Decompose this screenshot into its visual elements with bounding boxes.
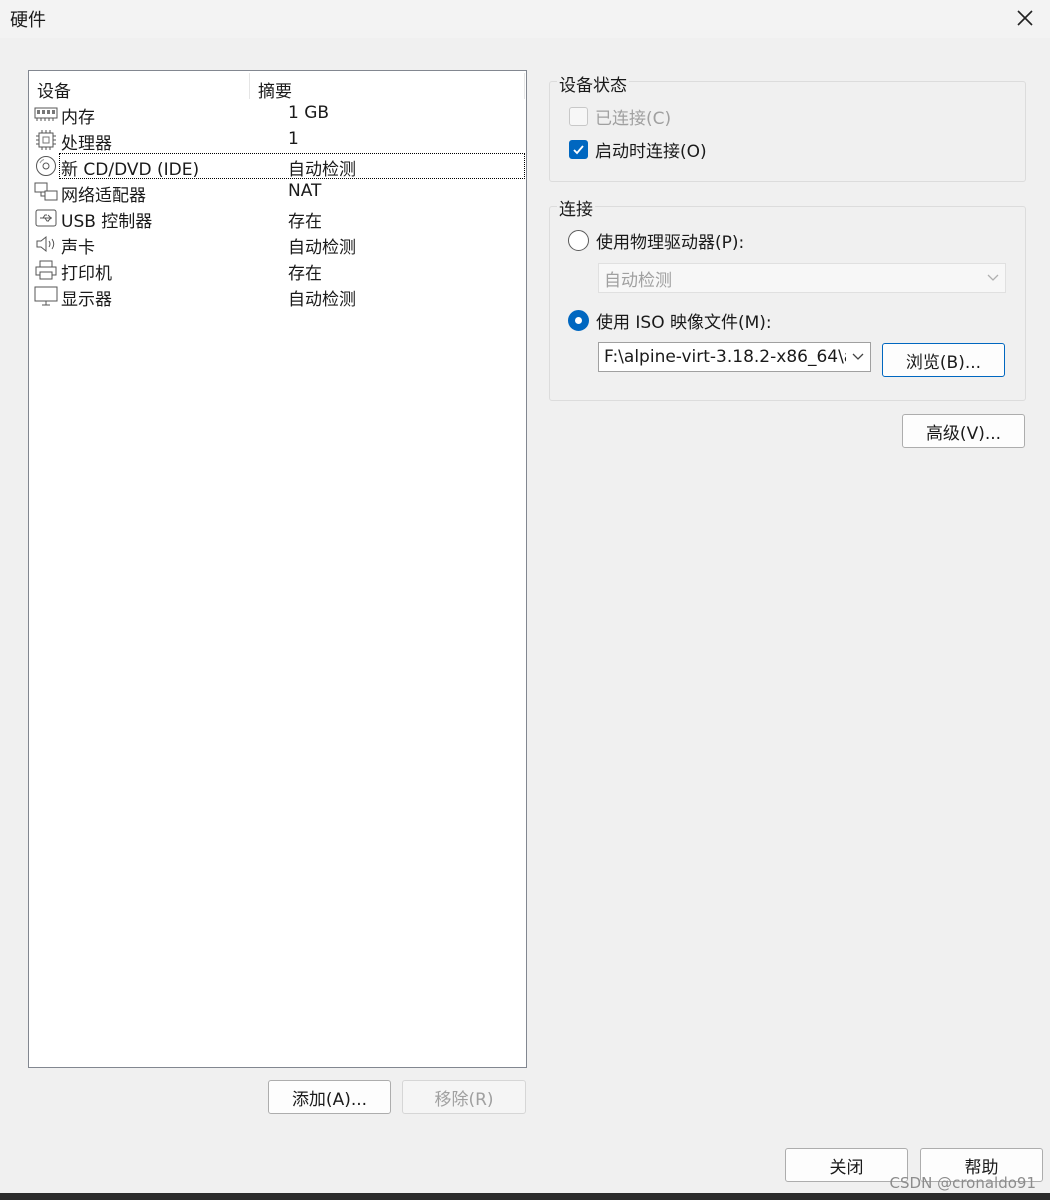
device-list[interactable]: 设备 摘要 内存 1 GB 处理器 1 新 CD/DVD (IDE) 自动检测 … <box>28 70 527 1068</box>
close-window-button[interactable] <box>1008 2 1042 34</box>
processor-icon <box>36 130 56 150</box>
connected-checkbox[interactable]: 已连接(C) <box>569 104 671 129</box>
device-summary: NAT <box>288 181 322 201</box>
use-physical-drive-label: 使用物理驱动器(P): <box>596 233 745 253</box>
device-summary: 1 <box>288 129 299 149</box>
connect-at-power-on-label: 启动时连接(O) <box>595 142 707 162</box>
display-icon <box>34 286 58 306</box>
device-summary: 自动检测 <box>288 160 356 180</box>
connection-group-label: 连接 <box>557 195 595 220</box>
checkbox-box <box>569 107 588 126</box>
use-iso-image-label: 使用 ISO 映像文件(M): <box>596 313 772 333</box>
device-name: 处理器 <box>61 134 112 154</box>
cd-dvd-icon <box>36 156 56 176</box>
connect-at-power-on-checkbox[interactable]: 启动时连接(O) <box>569 137 707 162</box>
sound-icon <box>36 235 55 253</box>
iso-path-combobox[interactable]: F:\alpine-virt-3.18.2-x86_64\a <box>598 342 871 372</box>
printer-icon <box>35 260 57 280</box>
device-name: 声卡 <box>61 238 95 258</box>
column-divider <box>524 73 525 99</box>
device-summary: 存在 <box>288 264 322 284</box>
device-row-network-adapter[interactable]: 网络适配器 NAT <box>31 179 526 206</box>
column-header-summary[interactable]: 摘要 <box>258 77 292 102</box>
chevron-down-icon <box>846 353 870 361</box>
usb-icon <box>35 209 57 227</box>
radio-dot <box>568 230 589 251</box>
checkbox-box <box>569 140 588 159</box>
memory-icon <box>34 107 58 121</box>
device-list-header: 设备 摘要 <box>29 71 526 102</box>
device-status-group-label: 设备状态 <box>557 71 629 96</box>
physical-drive-value: 自动检测 <box>604 270 672 291</box>
device-row-sound-card[interactable]: 声卡 自动检测 <box>31 231 526 258</box>
advanced-button[interactable]: 高级(V)... <box>902 414 1025 448</box>
iso-path-value: F:\alpine-virt-3.18.2-x86_64\a <box>604 347 846 367</box>
device-summary: 存在 <box>288 212 322 232</box>
device-name: USB 控制器 <box>61 212 153 232</box>
remove-button[interactable]: 移除(R) <box>402 1080 526 1114</box>
connected-checkbox-label: 已连接(C) <box>595 109 672 129</box>
device-status-group <box>549 81 1026 182</box>
watermark: CSDN @cronaldo91 <box>889 1174 1036 1192</box>
device-summary: 自动检测 <box>288 290 356 310</box>
column-header-device[interactable]: 设备 <box>37 77 71 102</box>
device-name: 新 CD/DVD (IDE) <box>61 160 200 180</box>
device-row-processor[interactable]: 处理器 1 <box>31 127 526 154</box>
network-adapter-icon <box>34 182 58 201</box>
device-row-cd-dvd[interactable]: 新 CD/DVD (IDE) 自动检测 <box>31 153 526 180</box>
title-bar: 硬件 <box>0 0 1050 38</box>
add-button[interactable]: 添加(A)... <box>268 1080 391 1114</box>
device-summary: 1 GB <box>288 103 330 123</box>
column-divider <box>249 73 250 99</box>
browse-button[interactable]: 浏览(B)... <box>882 343 1005 377</box>
device-summary: 自动检测 <box>288 238 356 258</box>
device-row-display[interactable]: 显示器 自动检测 <box>31 283 526 310</box>
checkmark-icon <box>573 145 584 155</box>
taskbar <box>0 1193 1050 1200</box>
chevron-down-icon <box>981 274 1005 282</box>
device-row-usb-controller[interactable]: USB 控制器 存在 <box>31 205 526 232</box>
device-name: 显示器 <box>61 290 112 310</box>
close-icon <box>1017 10 1033 26</box>
device-row-printer[interactable]: 打印机 存在 <box>31 257 526 284</box>
window-title: 硬件 <box>10 10 46 31</box>
device-row-memory[interactable]: 内存 1 GB <box>31 101 526 128</box>
device-name: 打印机 <box>61 264 112 284</box>
use-physical-drive-radio[interactable]: 使用物理驱动器(P): <box>568 228 744 253</box>
physical-drive-select[interactable]: 自动检测 <box>598 263 1006 293</box>
radio-dot <box>568 310 589 331</box>
device-name: 网络适配器 <box>61 186 146 206</box>
use-iso-image-radio[interactable]: 使用 ISO 映像文件(M): <box>568 308 772 333</box>
device-name: 内存 <box>61 108 95 128</box>
